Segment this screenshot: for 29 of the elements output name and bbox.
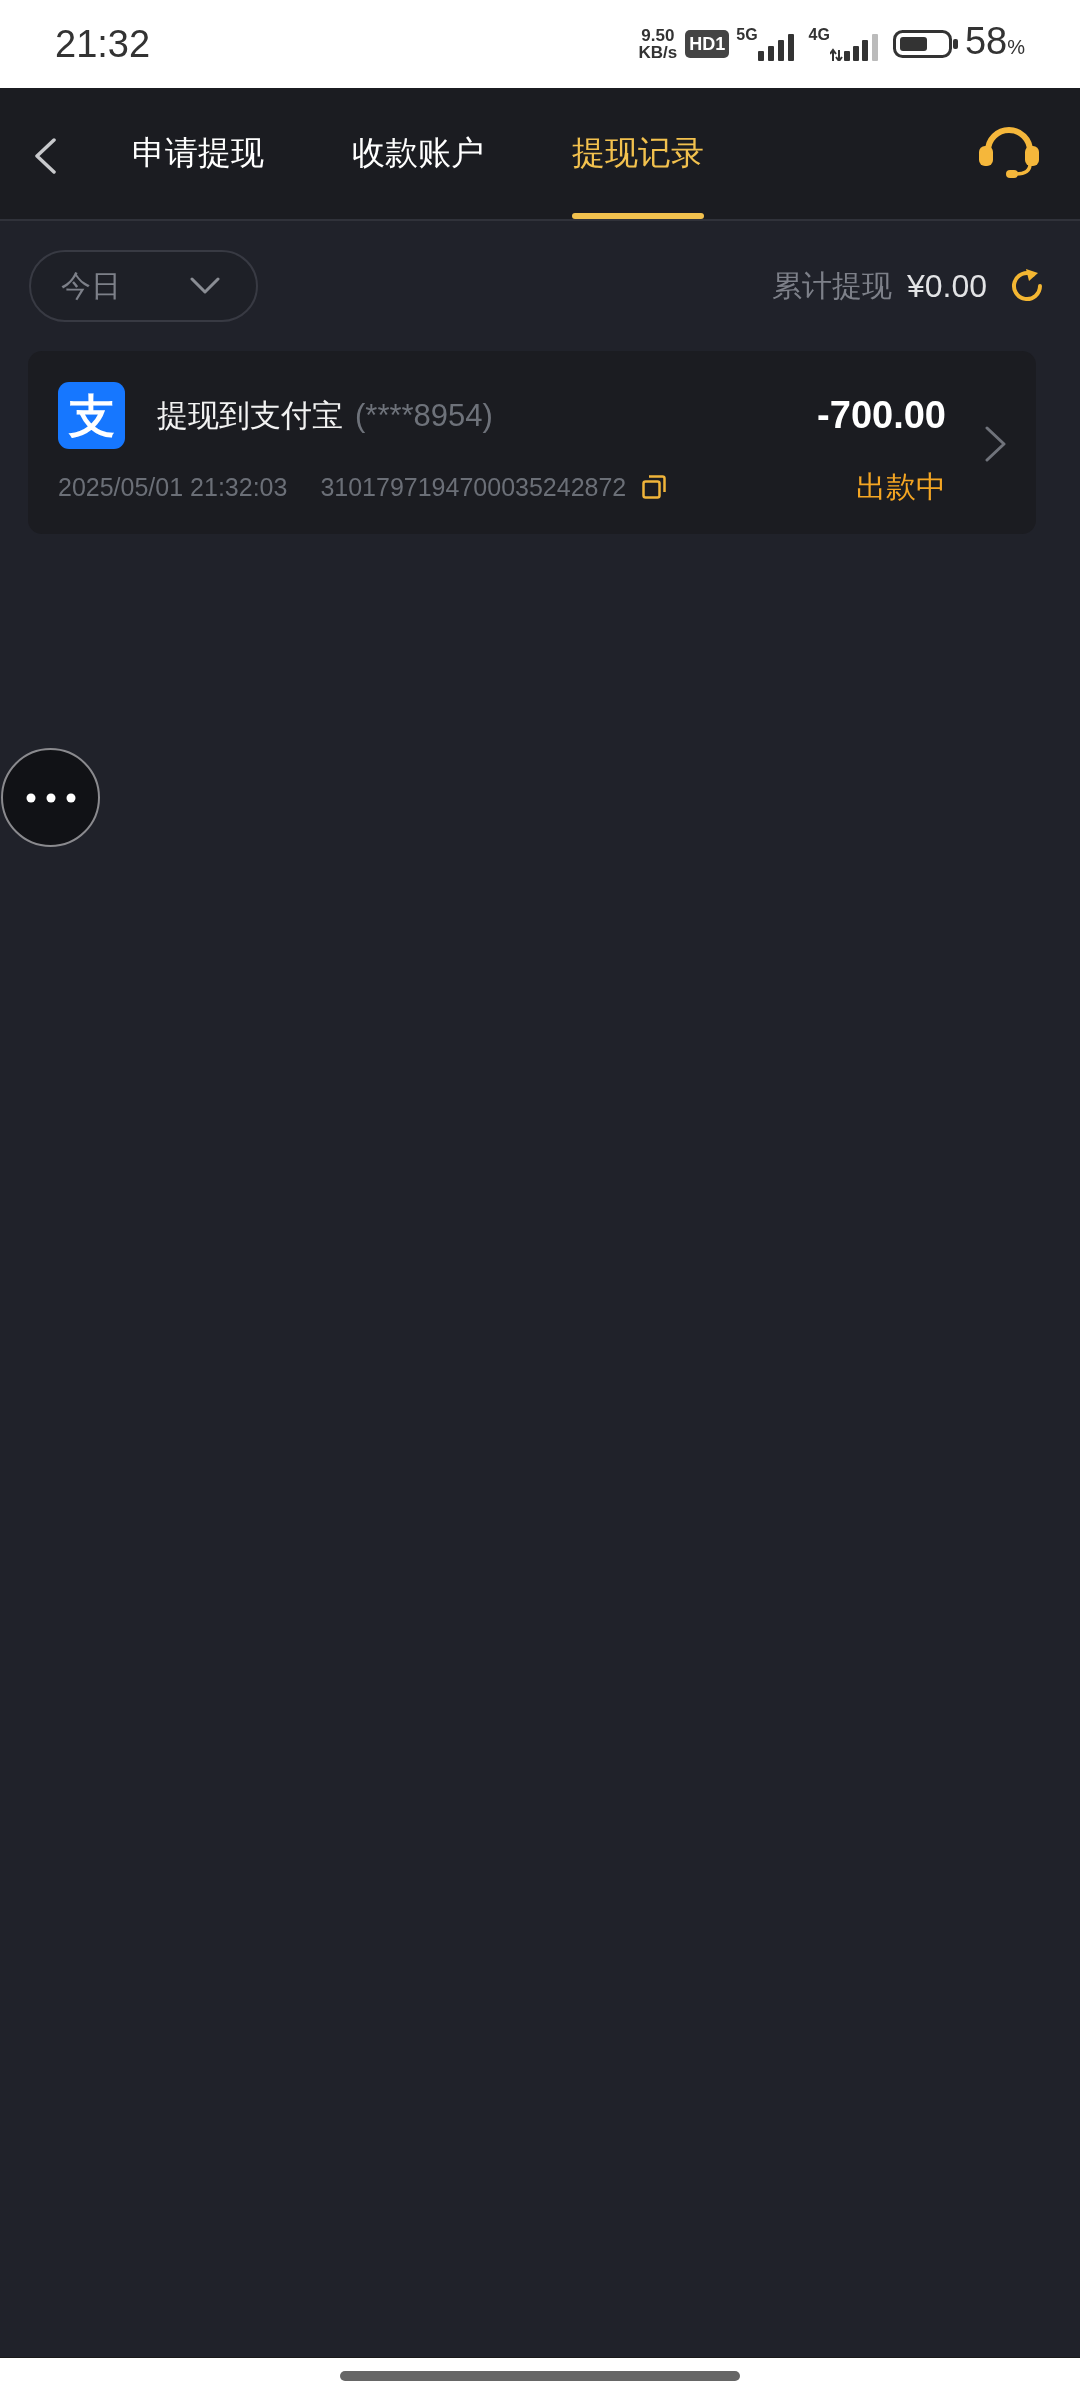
period-dropdown[interactable]: 今日	[29, 250, 258, 322]
tab[interactable]: 收款账户	[352, 88, 484, 219]
total-withdrawn-amount: ¥0.00	[906, 267, 987, 305]
network-type-label: 5G	[736, 27, 758, 43]
record-title: 提现到支付宝	[157, 396, 343, 435]
network-speed: 9.50 KB/s	[638, 27, 678, 61]
record-time: 2025/05/01 21:32:03	[58, 472, 288, 502]
account-number: (****8954)	[355, 397, 493, 434]
battery-percentage: 58%	[964, 19, 1025, 64]
record-amount: -700.00	[817, 394, 946, 437]
signal-icon	[829, 34, 878, 61]
record-status: 出款中	[856, 468, 946, 505]
payment-app-logo: 支	[58, 382, 125, 449]
tab[interactable]: 提现记录	[572, 88, 704, 219]
hd-badge: HD1	[685, 30, 730, 58]
chevron-right-icon	[984, 425, 1007, 462]
back-icon[interactable]	[33, 137, 57, 174]
signal-icon	[757, 34, 794, 61]
battery-icon	[892, 30, 958, 58]
total-withdrawn-label: 累计提现	[771, 267, 892, 304]
copy-icon[interactable]	[642, 475, 667, 499]
chevron-down-icon	[190, 277, 220, 295]
tab[interactable]: 申请提现	[132, 88, 264, 219]
more-icon	[25, 792, 76, 803]
order-number: 3101797194700035242872	[320, 472, 627, 502]
network-type-label: 4G	[808, 27, 830, 43]
refresh-icon[interactable]	[1009, 268, 1045, 304]
withdrawal-record-card[interactable]: 支 提现到支付宝 (****8954) -700.00 2025/05/01 21:32:03 3101797194700035242872 出款中	[28, 351, 1036, 534]
status-time: 21:32	[55, 22, 151, 66]
